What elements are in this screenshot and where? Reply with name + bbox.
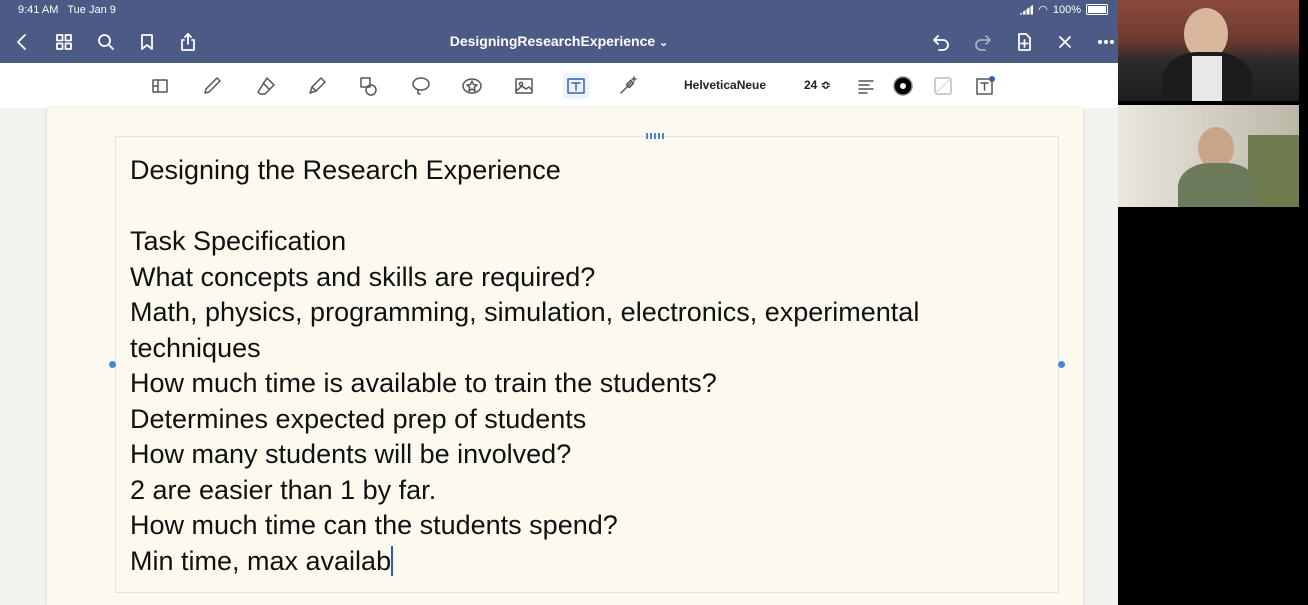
- battery-label: 100%: [1052, 3, 1081, 16]
- stepper-icon: ≎: [820, 78, 831, 92]
- fill-none-swatch[interactable]: [930, 73, 956, 99]
- redo-icon[interactable]: [971, 30, 995, 54]
- grid-icon[interactable]: [52, 30, 76, 54]
- participant-video-1: [1118, 0, 1299, 101]
- laser-icon[interactable]: [615, 73, 641, 99]
- status-bar: 9:41 AM Tue Jan 9 ◠ 100%: [0, 0, 1118, 22]
- text-line[interactable]: Determines expected prep of students: [130, 402, 1050, 438]
- nav-bar: DesigningResearchExperience ⌄: [0, 22, 1118, 63]
- add-page-icon[interactable]: [1012, 30, 1036, 54]
- pen-icon[interactable]: [199, 73, 225, 99]
- status-date: Tue Jan 9: [67, 4, 116, 16]
- text-box-right-handle[interactable]: [1058, 361, 1065, 368]
- document-page: Designing the Research Experience Task Sp…: [47, 108, 1083, 605]
- document-canvas: Designing the Research Experience Task Sp…: [0, 108, 1118, 605]
- share-icon[interactable]: [176, 30, 200, 54]
- participant-2-body: [1178, 163, 1258, 207]
- chevron-down-icon[interactable]: ⌄: [659, 37, 668, 49]
- text-line[interactable]: techniques: [130, 331, 1050, 367]
- participant-video-2: [1118, 105, 1299, 207]
- text-box-left-handle[interactable]: [109, 361, 116, 368]
- font-size-value: 24: [804, 78, 818, 92]
- text-line[interactable]: Task Specification: [130, 224, 1050, 260]
- text-line[interactable]: Min time, max availab: [130, 544, 1050, 580]
- bookmark-icon[interactable]: [135, 30, 159, 54]
- text-box-move-handle[interactable]: [646, 133, 664, 139]
- wifi-icon: ◠: [1038, 4, 1048, 16]
- text-line[interactable]: Designing the Research Experience: [130, 153, 1050, 189]
- font-name-selector[interactable]: HelveticaNeue: [684, 78, 766, 92]
- shapes-icon[interactable]: [355, 73, 381, 99]
- eraser-icon[interactable]: [253, 73, 279, 99]
- text-box-content[interactable]: Designing the Research Experience Task Sp…: [130, 153, 1050, 579]
- ipad-screen: 9:41 AM Tue Jan 9 ◠ 100% DesigningResear…: [0, 0, 1118, 605]
- align-icon[interactable]: [853, 73, 879, 99]
- text-line[interactable]: How many students will be involved?: [130, 437, 1050, 473]
- signal-icon: [1019, 4, 1034, 15]
- battery-icon: [1086, 4, 1108, 15]
- participant-1-shirt: [1192, 56, 1222, 101]
- tool-bar: HelveticaNeue 24 ≎: [0, 63, 1118, 109]
- text-line[interactable]: How much time is available to train the …: [130, 366, 1050, 402]
- close-icon[interactable]: [1053, 30, 1077, 54]
- image-icon[interactable]: [511, 73, 537, 99]
- text-tool-icon[interactable]: [563, 73, 589, 99]
- text-box[interactable]: Designing the Research Experience Task Sp…: [109, 133, 1065, 593]
- blank-line[interactable]: [130, 189, 1050, 225]
- lasso-icon[interactable]: [408, 73, 434, 99]
- status-time: 9:41 AM: [18, 4, 59, 16]
- back-icon[interactable]: [10, 30, 34, 54]
- undo-icon[interactable]: [929, 30, 953, 54]
- search-icon[interactable]: [94, 30, 118, 54]
- highlighter-icon[interactable]: [304, 73, 330, 99]
- layout-icon[interactable]: [147, 73, 173, 99]
- text-box-style-icon[interactable]: [972, 73, 998, 99]
- font-size-selector[interactable]: 24 ≎: [804, 78, 831, 92]
- text-line[interactable]: Math, physics, programming, simulation, …: [130, 295, 1050, 331]
- status-time-date: 9:41 AM Tue Jan 9: [18, 4, 116, 16]
- video-panel: [1118, 0, 1308, 605]
- sticker-icon[interactable]: [459, 73, 485, 99]
- more-icon[interactable]: [1094, 30, 1118, 54]
- text-line[interactable]: 2 are easier than 1 by far.: [130, 473, 1050, 509]
- text-color-swatch[interactable]: [890, 73, 916, 99]
- text-line[interactable]: How much time can the students spend?: [130, 508, 1050, 544]
- doc-title[interactable]: DesigningResearchExperience: [450, 33, 655, 49]
- text-line[interactable]: What concepts and skills are required?: [130, 260, 1050, 296]
- text-cursor: [391, 545, 394, 576]
- status-right: ◠ 100%: [1019, 3, 1108, 16]
